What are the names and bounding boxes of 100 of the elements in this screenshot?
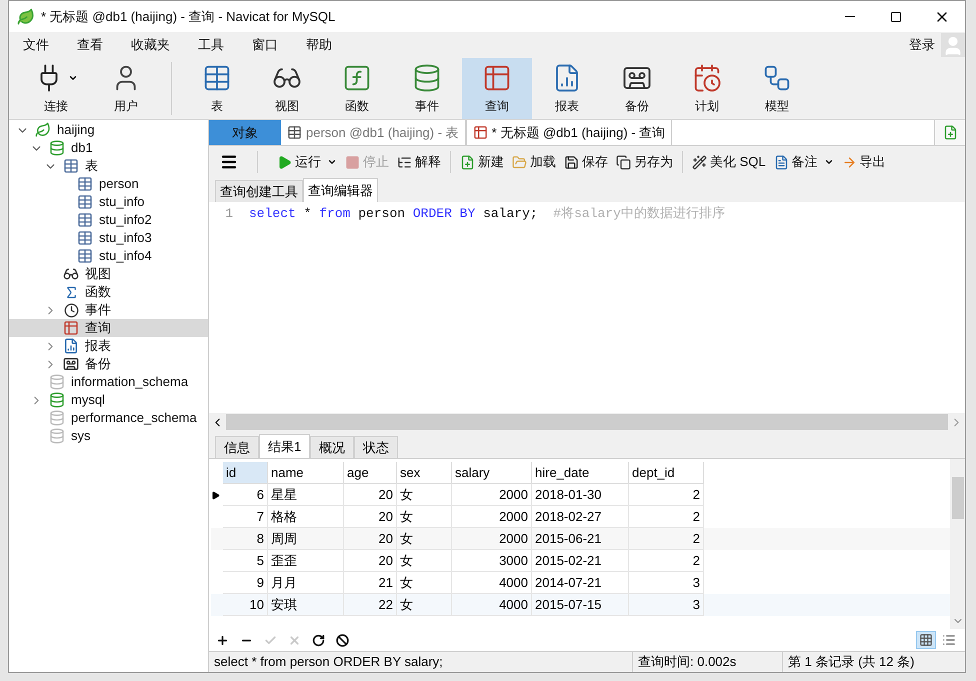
tree-item[interactable]: person xyxy=(9,175,208,193)
wand-icon xyxy=(692,154,707,170)
tree-item[interactable]: stu_info3 xyxy=(9,229,208,247)
table-cell: 2 xyxy=(629,484,704,506)
database-icon xyxy=(49,428,65,444)
column-header[interactable]: age xyxy=(344,462,397,484)
caret-icon[interactable] xyxy=(327,157,337,167)
column-header[interactable]: name xyxy=(268,462,344,484)
column-header[interactable]: id xyxy=(223,462,268,484)
table-cell: 周周 xyxy=(268,528,344,550)
result-tab[interactable]: 信息 xyxy=(215,436,259,458)
new-tab-button[interactable] xyxy=(935,120,965,145)
table-cell: 3 xyxy=(629,594,704,616)
menu-item[interactable]: 文件 xyxy=(18,34,54,56)
tree-item[interactable]: 事件 xyxy=(9,301,208,319)
table-cell: 歪歪 xyxy=(268,550,344,572)
tree-item[interactable]: 函数 xyxy=(9,283,208,301)
toolbar-button[interactable]: 事件 xyxy=(392,58,462,119)
toolbar-button[interactable]: 连接 xyxy=(21,58,91,119)
tree-item[interactable]: stu_info2 xyxy=(9,211,208,229)
tree-item[interactable]: mysql xyxy=(9,391,208,409)
tree-item[interactable]: 报表 xyxy=(9,337,208,355)
table-cell: 2000 xyxy=(452,484,532,506)
grid-view-button[interactable] xyxy=(916,631,936,649)
toolbar-button[interactable]: 另存为 xyxy=(613,150,676,174)
tree-item[interactable]: 查询 xyxy=(9,319,208,337)
toolbar-button[interactable]: 备份 xyxy=(602,58,672,119)
column-header[interactable]: salary xyxy=(452,462,532,484)
tree-item[interactable]: performance_schema xyxy=(9,409,208,427)
table-cell: 女 xyxy=(397,550,452,572)
column-header[interactable]: hire_date xyxy=(532,462,629,484)
editor-tab[interactable]: 查询创建工具 xyxy=(215,180,303,202)
toolbar-button[interactable]: 美化 SQL xyxy=(689,150,769,174)
document-tab[interactable]: person @db1 (haijing) - 表 xyxy=(281,120,466,145)
result-tab[interactable]: 概况 xyxy=(310,436,354,458)
tree-item[interactable]: sys xyxy=(9,427,208,445)
table-cell: 星星 xyxy=(268,484,344,506)
result-tab[interactable]: 状态 xyxy=(354,436,398,458)
toolbar-button[interactable]: 模型 xyxy=(742,58,812,119)
menu-item[interactable]: 工具 xyxy=(193,34,229,56)
column-header[interactable]: sex xyxy=(397,462,452,484)
document-tab[interactable]: * 无标题 @db1 (haijing) - 查询 xyxy=(466,120,672,145)
vertical-scrollbar[interactable] xyxy=(950,459,965,629)
folder-icon xyxy=(512,154,527,170)
toolbar-button[interactable]: 保存 xyxy=(561,150,611,174)
tree-item[interactable]: 视图 xyxy=(9,265,208,283)
tree-item[interactable]: 备份 xyxy=(9,355,208,373)
toolbar-button[interactable]: 视图 xyxy=(252,58,322,119)
table-cell: 2015-02-21 xyxy=(532,550,629,572)
refresh-button[interactable] xyxy=(311,632,325,648)
login-link[interactable]: 登录 xyxy=(909,35,935,55)
table-cell: 2 xyxy=(629,528,704,550)
toolbar-button[interactable]: 加载 xyxy=(509,150,559,174)
scrollbar-thumb[interactable] xyxy=(952,477,964,519)
menu-item[interactable]: 查看 xyxy=(72,34,108,56)
menu-item[interactable]: 帮助 xyxy=(301,34,337,56)
menu-item[interactable]: 收藏夹 xyxy=(126,34,175,56)
scrollbar-thumb[interactable] xyxy=(226,414,948,430)
current-row-icon xyxy=(211,490,220,500)
stop-icon xyxy=(345,154,360,170)
tree-item[interactable]: db1 xyxy=(9,139,208,157)
tree-item[interactable]: stu_info xyxy=(9,193,208,211)
stop-button[interactable] xyxy=(335,632,349,648)
caret-icon[interactable] xyxy=(824,157,834,167)
toolbar-button[interactable]: 查询 xyxy=(462,58,532,119)
table-icon xyxy=(287,125,302,140)
toolbar-button[interactable]: 新建 xyxy=(457,150,507,174)
table-cell: 20 xyxy=(344,550,397,572)
tree-item[interactable]: haijing xyxy=(9,121,208,139)
toolbar-button[interactable]: 计划 xyxy=(672,58,742,119)
tree-item[interactable]: stu_info4 xyxy=(9,247,208,265)
status-query-time: 查询时间: 0.002s xyxy=(633,652,783,672)
check-icon xyxy=(264,634,276,646)
result-tab[interactable]: 结果1 xyxy=(259,434,310,458)
column-header[interactable]: dept_id xyxy=(629,462,704,484)
maximize-icon xyxy=(890,10,902,22)
sql-editor[interactable]: 1 select * from person ORDER BY salary; #将salary中的数据进行排序 xyxy=(209,202,965,431)
document-tab[interactable]: 对象 xyxy=(209,120,281,145)
toolbar-button[interactable]: 备注 xyxy=(770,150,837,174)
toolbar-button[interactable]: 导出 xyxy=(838,150,889,174)
toolbar-button[interactable]: 表 xyxy=(182,58,252,119)
toolbar-button[interactable]: 报表 xyxy=(532,58,602,119)
database-icon xyxy=(49,392,65,408)
explain-icon xyxy=(397,154,412,170)
horizontal-scrollbar[interactable] xyxy=(209,413,965,431)
menu-item[interactable]: 窗口 xyxy=(247,34,283,56)
toolbar-button[interactable]: 运行 xyxy=(274,150,340,174)
editor-tab[interactable]: 查询编辑器 xyxy=(303,178,378,202)
table-cell: 10 xyxy=(223,594,268,616)
tree-item[interactable]: 表 xyxy=(9,157,208,175)
export-icon xyxy=(842,154,857,170)
note-icon xyxy=(774,154,789,170)
status-records: 第 1 条记录 (共 12 条) xyxy=(787,653,916,672)
query-icon xyxy=(472,125,488,140)
toolbar-button[interactable]: 解释 xyxy=(394,150,444,174)
toolbar-button[interactable]: 函数 xyxy=(322,58,392,119)
toolbar-button[interactable]: 用户 xyxy=(91,58,161,119)
table-icon xyxy=(77,248,93,264)
database-icon xyxy=(49,140,65,156)
tree-item[interactable]: information_schema xyxy=(9,373,208,391)
